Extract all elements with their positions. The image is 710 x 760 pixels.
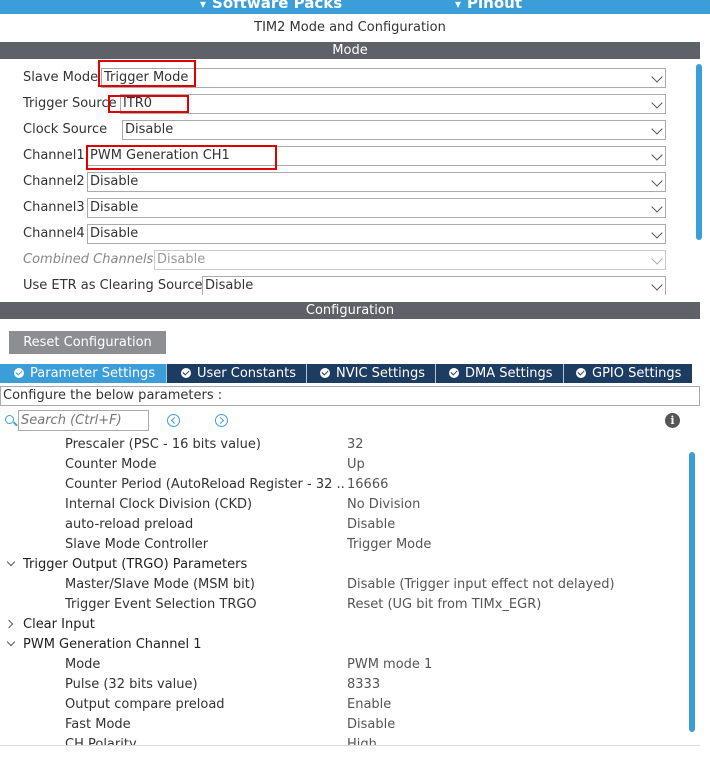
chevron-down-icon: ▾ [200, 0, 207, 11]
software-packs-menu[interactable]: ▾ Software Packs [200, 0, 342, 12]
mode-section-header: Mode [0, 42, 700, 59]
search-row: i [0, 410, 700, 432]
mode-panel: Slave Mode Trigger Mode Trigger Source I… [0, 59, 700, 295]
chevron-down-icon [651, 149, 663, 161]
channel3-select[interactable]: Disable [87, 198, 666, 218]
check-circle-icon [449, 368, 459, 378]
mode-row-trigger-source: Trigger Source ITR0 [0, 91, 690, 117]
param-group-trgo[interactable]: Trigger Output (TRGO) Parameters [0, 555, 690, 575]
mode-scrollbar[interactable] [696, 64, 702, 240]
param-row[interactable]: Master/Slave Mode (MSM bit) Disable (Tri… [0, 575, 690, 595]
channel1-select[interactable]: PWM Generation CH1 [87, 146, 666, 166]
mode-row-combined-channels: Combined Channels Disable [0, 247, 690, 273]
previous-result-icon[interactable] [167, 414, 180, 427]
channel2-select[interactable]: Disable [87, 172, 666, 192]
tab-nvic-settings[interactable]: NVIC Settings [307, 364, 436, 383]
chevron-down-icon [651, 123, 663, 135]
param-row[interactable]: Mode PWM mode 1 [0, 655, 690, 675]
use-etr-select[interactable]: Disable [202, 276, 666, 295]
mode-row-use-etr: Use ETR as Clearing Source Disable [0, 273, 690, 295]
chevron-down-icon[interactable] [6, 557, 16, 567]
param-group-pwm-channel1[interactable]: PWM Generation Channel 1 [0, 635, 690, 655]
mode-row-channel1: Channel1 PWM Generation CH1 [0, 143, 690, 169]
parameter-list: Prescaler (PSC - 16 bits value) 32 Count… [0, 435, 700, 745]
param-row[interactable]: Counter Period (AutoReload Register - 32… [0, 475, 690, 495]
param-row[interactable]: CH Polarity High [0, 735, 690, 745]
chevron-down-icon [651, 175, 663, 187]
check-circle-icon [320, 368, 330, 378]
tab-parameter-settings[interactable]: Parameter Settings [0, 364, 167, 383]
combined-channels-label: Combined Channels [23, 252, 154, 267]
chevron-down-icon [651, 279, 663, 291]
channel3-label: Channel3 [23, 200, 85, 215]
param-row[interactable]: auto-reload preload Disable [0, 515, 690, 535]
chevron-down-icon [651, 253, 663, 265]
mode-row-channel4: Channel4 Disable [0, 221, 690, 247]
mode-row-channel3: Channel3 Disable [0, 195, 690, 221]
reset-configuration-button[interactable]: Reset Configuration [9, 331, 166, 354]
configure-instructions: Configure the below parameters : [0, 386, 700, 406]
check-circle-icon [14, 368, 24, 378]
trigger-source-select[interactable]: ITR0 [120, 94, 666, 114]
search-input[interactable] [18, 410, 149, 431]
next-result-icon[interactable] [215, 414, 228, 427]
mode-row-channel2: Channel2 Disable [0, 169, 690, 195]
channel4-select[interactable]: Disable [87, 224, 666, 244]
config-tab-bar: Parameter Settings User Constants NVIC S… [0, 364, 692, 383]
horizontal-scrollbar[interactable] [0, 745, 700, 751]
info-icon[interactable]: i [665, 413, 680, 428]
window-title: TIM2 Mode and Configuration [254, 20, 446, 35]
chevron-down-icon[interactable] [6, 637, 16, 647]
chevron-down-icon [651, 201, 663, 213]
param-row[interactable]: Prescaler (PSC - 16 bits value) 32 [0, 435, 690, 455]
clock-source-label: Clock Source [23, 122, 108, 137]
param-row[interactable]: Fast Mode Disable [0, 715, 690, 735]
configuration-section-header: Configuration [0, 302, 700, 319]
slave-mode-select[interactable]: Trigger Mode [101, 68, 666, 88]
parameter-scrollbar[interactable] [689, 452, 695, 732]
param-row[interactable]: Internal Clock Division (CKD) No Divisio… [0, 495, 690, 515]
tab-dma-settings[interactable]: DMA Settings [436, 364, 564, 383]
tab-user-constants[interactable]: User Constants [167, 364, 307, 383]
chevron-down-icon [651, 97, 663, 109]
chevron-right-icon[interactable] [4, 619, 14, 629]
param-row[interactable]: Counter Mode Up [0, 455, 690, 475]
chevron-down-icon: ▾ [455, 0, 462, 11]
param-row[interactable]: Pulse (32 bits value) 8333 [0, 675, 690, 695]
channel2-label: Channel2 [23, 174, 85, 189]
clock-source-select[interactable]: Disable [122, 120, 666, 140]
channel4-label: Channel4 [23, 226, 85, 241]
slave-mode-label: Slave Mode [23, 70, 99, 85]
pinout-menu[interactable]: ▾ Pinout [455, 0, 522, 12]
search-icon [5, 415, 14, 424]
param-group-clear-input[interactable]: Clear Input [0, 615, 690, 635]
combined-channels-select: Disable [154, 250, 666, 270]
use-etr-label: Use ETR as Clearing Source [23, 278, 203, 293]
channel1-label: Channel1 [23, 148, 85, 163]
chevron-down-icon [651, 71, 663, 83]
trigger-source-label: Trigger Source [23, 96, 117, 111]
check-circle-icon [181, 368, 191, 378]
param-row[interactable]: Slave Mode Controller Trigger Mode [0, 535, 690, 555]
chevron-down-icon [651, 227, 663, 239]
param-row[interactable]: Trigger Event Selection TRGO Reset (UG b… [0, 595, 690, 615]
tab-gpio-settings[interactable]: GPIO Settings [564, 364, 692, 383]
mode-row-clock-source: Clock Source Disable [0, 117, 690, 143]
top-toolbar: ▾ Software Packs ▾ Pinout [0, 0, 710, 14]
check-circle-icon [576, 368, 586, 378]
mode-row-slave-mode: Slave Mode Trigger Mode [0, 65, 690, 91]
param-row[interactable]: Output compare preload Enable [0, 695, 690, 715]
